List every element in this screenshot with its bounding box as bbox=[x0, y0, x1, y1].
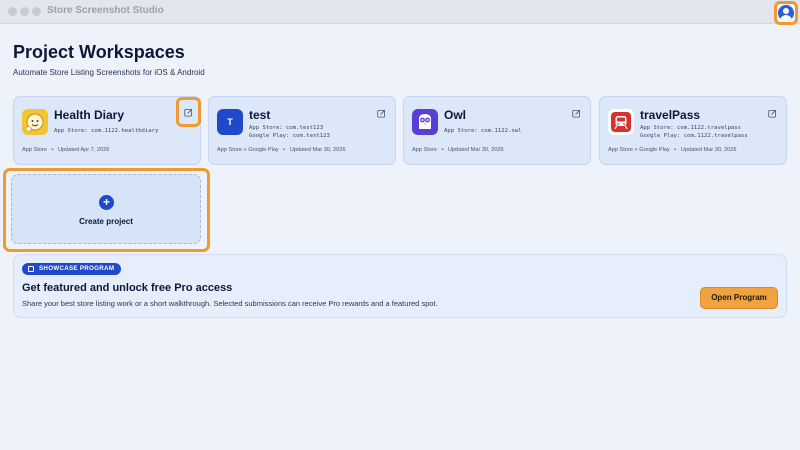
project-card-travelpass[interactable]: travelPass App Store: com.1122.travelpas… bbox=[599, 96, 787, 165]
project-card-test[interactable]: T test App Store: com.test123 Google Pla… bbox=[208, 96, 396, 165]
project-bundle-id: Google Play: com.test123 bbox=[249, 133, 330, 139]
showcase-title: Get featured and unlock free Pro access bbox=[22, 282, 233, 294]
window-title: Store Screenshot Studio bbox=[47, 5, 164, 16]
edit-icon bbox=[184, 108, 193, 117]
edit-project-button[interactable] bbox=[572, 105, 584, 118]
edit-project-button[interactable] bbox=[176, 97, 201, 127]
project-bundle-id: App Store: com.1122.healthdiary bbox=[54, 128, 159, 134]
account-button[interactable] bbox=[774, 1, 798, 25]
edit-project-button[interactable] bbox=[768, 105, 780, 118]
page-title: Project Workspaces bbox=[13, 42, 185, 62]
project-name: travelPass bbox=[640, 108, 701, 122]
showcase-badge: SHOWCASE PROGRAM bbox=[22, 263, 122, 275]
account-icon bbox=[778, 5, 794, 21]
showcase-program-banner: SHOWCASE PROGRAM Get featured and unlock… bbox=[13, 254, 787, 318]
create-project-label: Create project bbox=[79, 217, 133, 226]
window-titlebar: Store Screenshot Studio bbox=[0, 0, 800, 24]
project-meta: App Store + Google Play • Updated Mar 30… bbox=[608, 147, 737, 153]
gift-icon bbox=[28, 266, 34, 272]
plus-icon: + bbox=[99, 195, 114, 210]
project-bundle-id: Google Play: com.1122.travelpass bbox=[640, 133, 748, 139]
window-close-icon[interactable] bbox=[8, 7, 17, 16]
page-subtitle: Automate Store Listing Screenshots for i… bbox=[13, 68, 205, 77]
travelpass-app-icon bbox=[608, 109, 634, 135]
edit-icon bbox=[377, 109, 386, 118]
health-diary-app-icon bbox=[22, 109, 48, 135]
edit-icon bbox=[768, 109, 777, 118]
project-meta: App Store • Updated Apr 7, 2026 bbox=[22, 147, 110, 153]
project-bundle-id: App Store: com.1122.travelpass bbox=[640, 125, 742, 131]
edit-project-button[interactable] bbox=[377, 105, 389, 118]
project-bundle-id: App Store: com.1122.owl bbox=[444, 128, 522, 134]
owl-app-icon bbox=[412, 109, 438, 135]
project-meta: App Store • Updated Mar 30, 2026 bbox=[412, 147, 504, 153]
create-project-button[interactable]: + Create project bbox=[11, 174, 201, 244]
project-card-owl[interactable]: Owl App Store: com.1122.owl App Store • … bbox=[403, 96, 591, 165]
edit-icon bbox=[572, 109, 581, 118]
showcase-description: Share your best store listing work or a … bbox=[22, 299, 438, 308]
window-minimize-icon[interactable] bbox=[20, 7, 29, 16]
project-name: Owl bbox=[444, 108, 467, 122]
project-name: test bbox=[249, 108, 271, 122]
open-program-button[interactable]: Open Program bbox=[700, 287, 778, 309]
window-zoom-icon[interactable] bbox=[32, 7, 41, 16]
letter-t-app-icon: T bbox=[217, 109, 243, 135]
project-bundle-id: App Store: com.test123 bbox=[249, 125, 324, 131]
project-name: Health Diary bbox=[54, 108, 125, 122]
project-card-health-diary[interactable]: Health Diary App Store: com.1122.healthd… bbox=[13, 96, 201, 165]
project-meta: App Store + Google Play • Updated Mar 30… bbox=[217, 147, 346, 153]
